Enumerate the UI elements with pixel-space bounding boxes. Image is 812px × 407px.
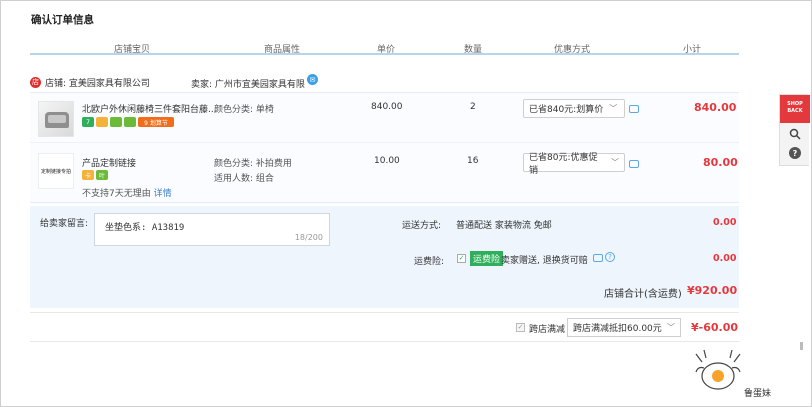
- unit-price: 840.00: [371, 102, 403, 112]
- cross-store-amount: ¥-60.00: [691, 321, 739, 334]
- comment-icon[interactable]: [629, 105, 639, 113]
- shop-name[interactable]: 店铺: 宜美园家具有限公司: [45, 76, 150, 89]
- quantity: 16: [467, 156, 479, 166]
- shop-back-button[interactable]: SHOP BACK: [780, 95, 810, 123]
- side-toolbar: SHOP BACK ?: [779, 94, 810, 166]
- seven-day-icon: 7: [82, 117, 94, 127]
- no-return-text: 不支持7天无理由: [82, 189, 151, 199]
- chevron-down-icon: ﹀: [611, 158, 619, 167]
- header-divider: [30, 53, 739, 55]
- service-badges: 7 9 划算节: [82, 117, 174, 127]
- leaf-icon: [124, 117, 136, 127]
- item-subtotal: 80.00: [703, 156, 738, 169]
- insurance-tag: 运费险: [470, 251, 504, 266]
- product-title[interactable]: 北欧户外休闲藤椅三件套阳台藤...: [82, 102, 217, 115]
- order-items: 北欧户外休闲藤椅三件套阳台藤... 7 9 划算节 颜色分类: 单椅 840.0…: [30, 92, 739, 203]
- chevron-down-icon: ﹀: [667, 323, 675, 332]
- cross-store-select[interactable]: 跨店满减抵扣60.00元 ﹀: [567, 318, 681, 337]
- comment-icon[interactable]: [629, 160, 639, 168]
- insurance-text: 卖家赠送, 退换货可赔: [501, 256, 588, 266]
- insurance-checkbox[interactable]: ✓: [457, 254, 466, 263]
- chevron-down-icon: ﹀: [609, 104, 618, 113]
- shop-row: 店 店铺: 宜美园家具有限公司: [30, 73, 150, 91]
- insurance-label: 运费险:: [414, 257, 445, 267]
- insurance-amount: 0.00: [713, 253, 737, 264]
- product-prop: 颜色分类: 补拍费用: [214, 159, 292, 169]
- product-prop: 颜色分类: 单椅: [214, 105, 274, 115]
- shop-total-value: ¥920.00: [687, 284, 738, 297]
- discount-label: 已省840元:划算价: [529, 105, 604, 115]
- shipping-amount: 0.00: [713, 217, 737, 228]
- leaf-icon: [110, 117, 122, 127]
- order-extra-panel: 给卖家留言: 坐垫色系: A13819 18/200 运送方式: 普通配送 家装…: [30, 206, 739, 308]
- product-prop: 适用人数: 组合: [214, 174, 274, 184]
- mascot-icon[interactable]: [692, 342, 744, 392]
- message-label: 给卖家留言:: [40, 219, 89, 229]
- detail-link[interactable]: 详情: [154, 189, 172, 199]
- shipping-label: 运送方式:: [402, 221, 442, 231]
- help-icon[interactable]: ?: [605, 252, 615, 262]
- unit-price: 10.00: [374, 156, 400, 166]
- shop-icon: 店: [30, 76, 41, 88]
- help-button[interactable]: ?: [789, 147, 801, 159]
- message-value: 坐垫色系: A13819: [105, 223, 185, 233]
- card-icon: [96, 117, 108, 127]
- discount-select[interactable]: 已省80元:优惠促销 ﹀: [523, 153, 625, 176]
- page-frame: [0, 0, 812, 407]
- message-count: 18/200: [294, 233, 323, 242]
- card-icon: 卡: [82, 170, 94, 180]
- cross-store-select-value: 跨店满减抵扣60.00元: [573, 324, 662, 334]
- mascot-label: 鲁蛋妹: [744, 389, 772, 399]
- item-subtotal: 840.00: [694, 101, 737, 114]
- scrollbar-marker[interactable]: [800, 342, 803, 350]
- discount-select[interactable]: 已省840元:划算价 ﹀: [523, 99, 625, 118]
- leaf-icon: 叶: [96, 170, 108, 180]
- seller-name[interactable]: 卖家: 广州市宜美园家具有限: [191, 77, 305, 90]
- cross-store-checkbox[interactable]: ✓: [516, 323, 525, 332]
- promo-badge: 9 划算节: [138, 117, 174, 127]
- chat-icon[interactable]: ✉: [307, 74, 318, 85]
- quantity: 2: [470, 102, 476, 112]
- product-thumbnail[interactable]: [38, 101, 74, 137]
- row-divider: [30, 142, 739, 143]
- shipping-method: 普通配送 家装物流 免邮: [456, 221, 552, 231]
- product-thumbnail[interactable]: 定制链接专拍: [38, 153, 74, 189]
- shop-total-label: 店铺合计(含运费): [604, 289, 682, 300]
- search-icon[interactable]: [789, 128, 801, 140]
- page-title: 确认订单信息: [31, 14, 94, 26]
- product-title[interactable]: 产品定制链接: [82, 156, 136, 169]
- no-return-note: 不支持7天无理由 详情: [82, 186, 172, 199]
- cross-store-discount: ✓ 跨店满减 跨店满减抵扣60.00元 ﹀ ¥-60.00: [30, 312, 739, 342]
- discount-label: 已省80元:优惠促销: [529, 152, 598, 176]
- message-input[interactable]: 坐垫色系: A13819 18/200: [94, 213, 330, 246]
- comment-icon[interactable]: [593, 254, 603, 262]
- service-badges: 卡 叶: [82, 170, 108, 180]
- cross-store-label: 跨店满减: [529, 325, 566, 335]
